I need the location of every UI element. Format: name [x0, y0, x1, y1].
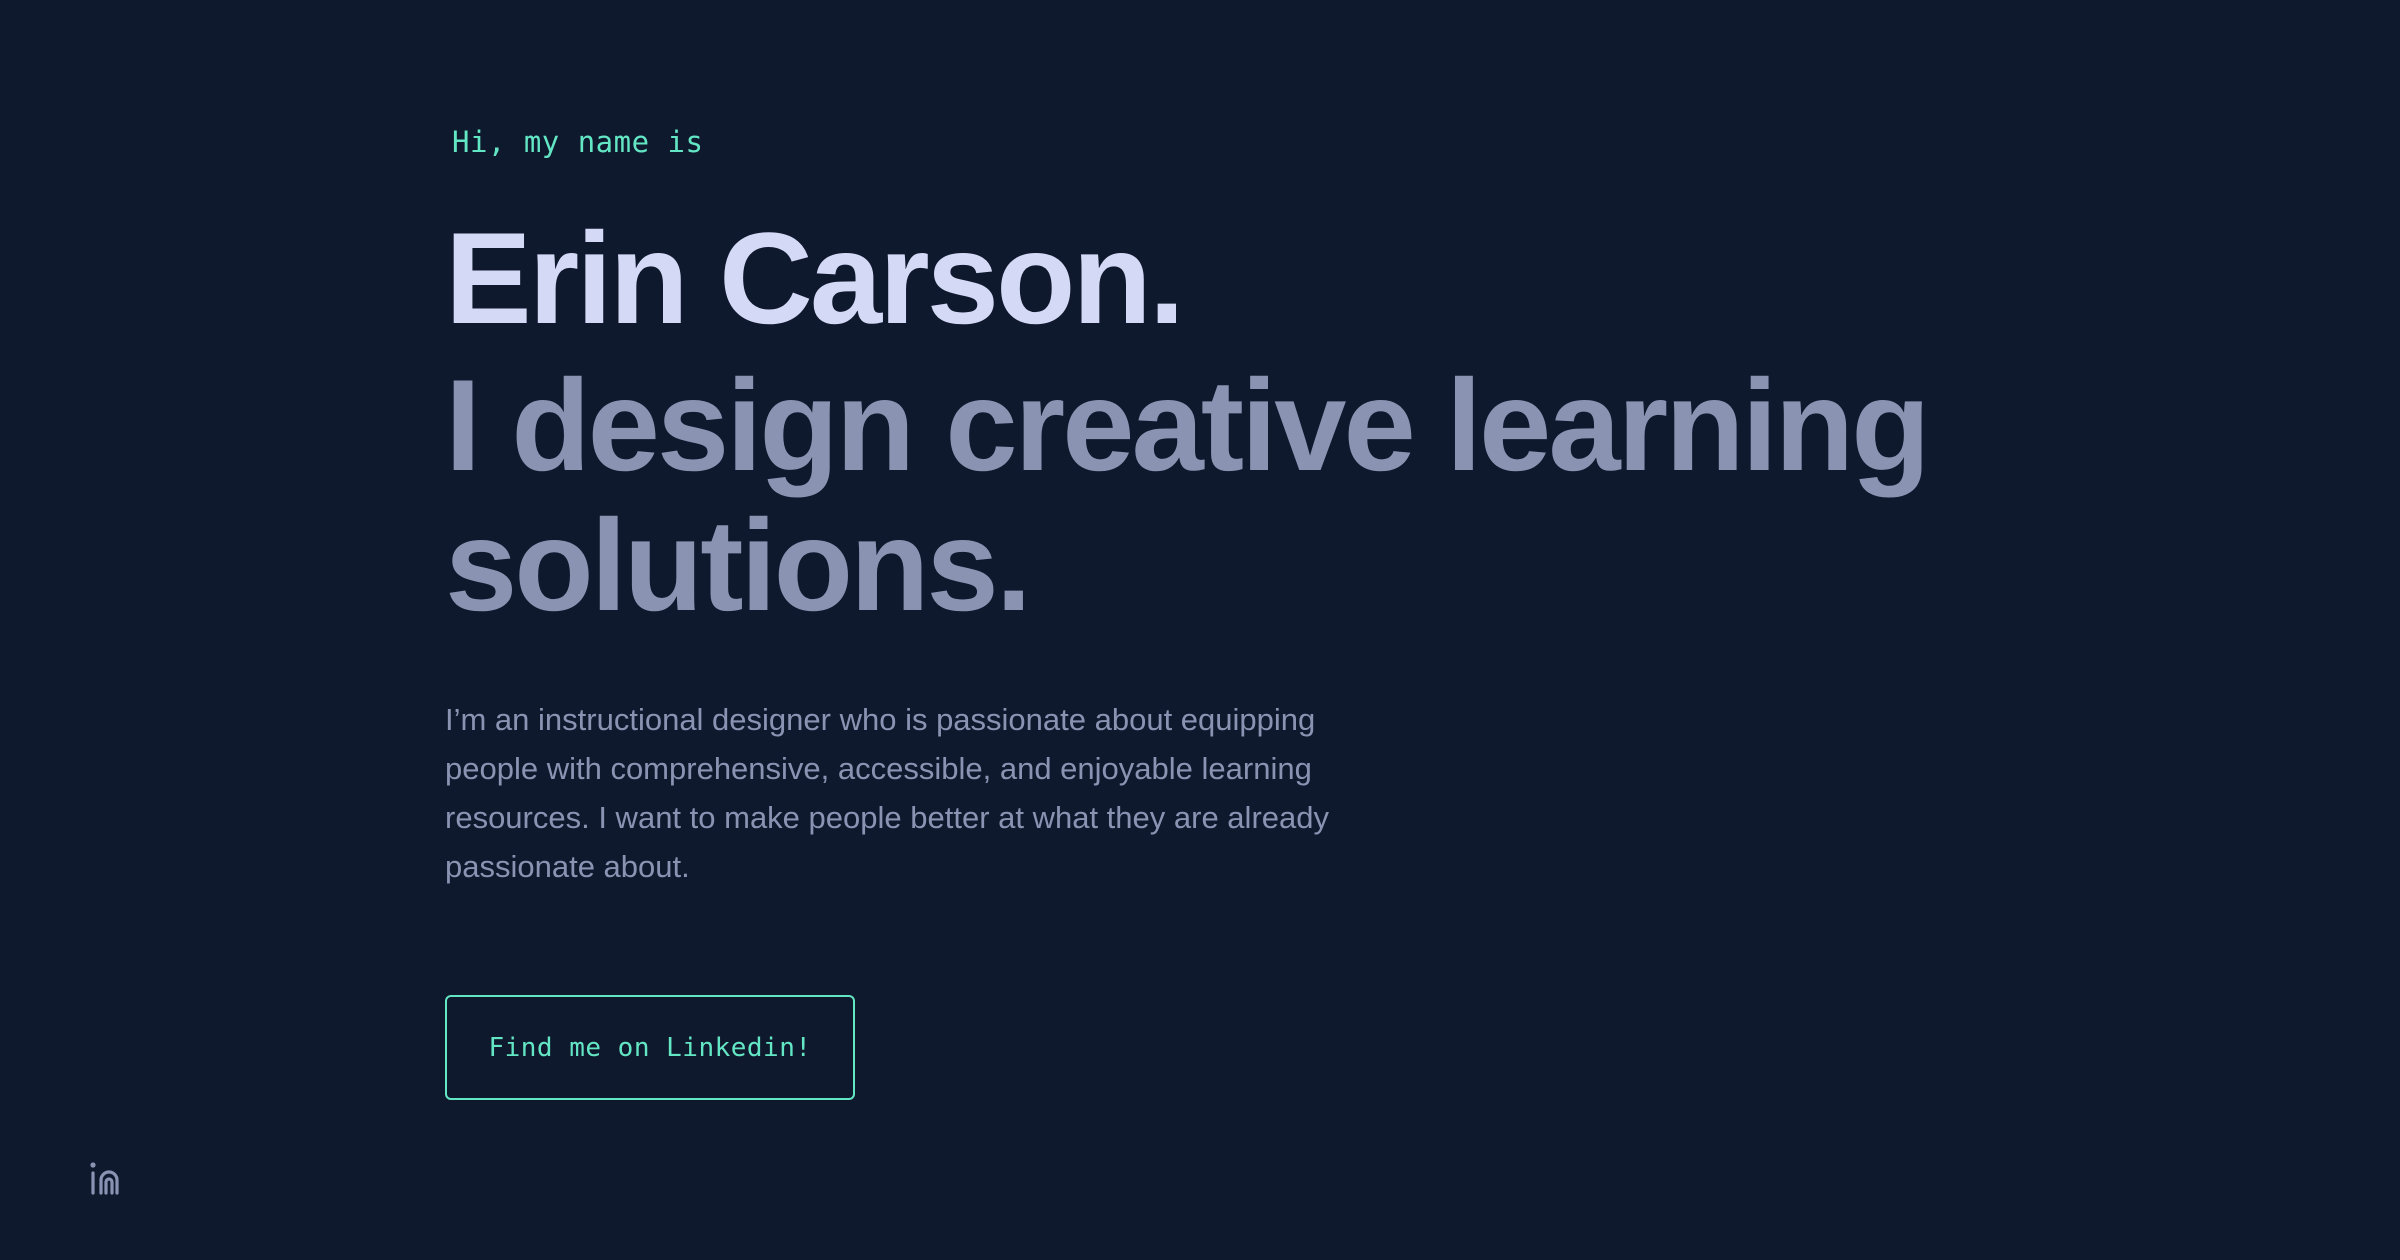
greeting-text: Hi, my name is	[452, 125, 704, 159]
bio-paragraph: I’m an instructional designer who is pas…	[445, 702, 1329, 884]
linkedin-cta-button[interactable]: Find me on Linkedin!	[445, 995, 855, 1100]
linkedin-social-link[interactable]	[86, 1158, 126, 1198]
linkedin-icon	[86, 1158, 126, 1198]
tagline-heading: I design creative learning solutions.	[445, 352, 1931, 638]
page-title-name: Erin Carson.	[445, 205, 1185, 351]
